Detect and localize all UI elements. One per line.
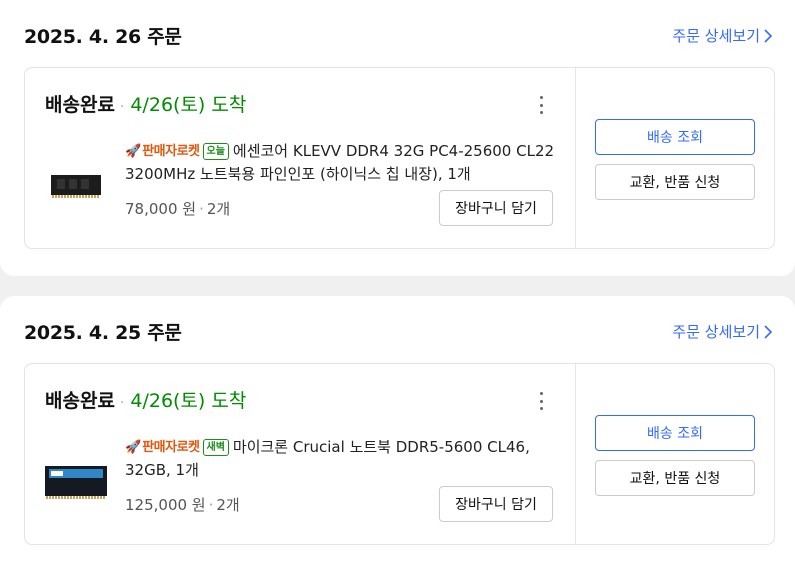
price-row: 78,000 원 · 2개 xyxy=(125,200,231,218)
order-date: 2025. 4. 25 주문 xyxy=(24,322,182,344)
chevron-right-icon xyxy=(764,324,773,339)
order-item-card: 배송완료 · 4/26(토) 도착 🚀 판매자로켓 오늘 에센코어 KLEVV xyxy=(24,67,775,249)
add-to-cart-button[interactable]: 장바구니 담기 xyxy=(439,486,553,522)
chevron-right-icon xyxy=(764,28,773,43)
order-detail-link-label: 주문 상세보기 xyxy=(672,27,760,45)
add-to-cart-button[interactable]: 장바구니 담기 xyxy=(439,190,553,226)
delivery-status-row: 배송완료 · 4/26(토) 도착 xyxy=(45,90,246,117)
order-item-info: 배송완료 · 4/26(토) 도착 🚀 판매자로켓 새벽 마이크론 Crucia… xyxy=(25,364,576,544)
return-exchange-button[interactable]: 교환, 반품 신청 xyxy=(595,460,755,496)
track-delivery-button[interactable]: 배송 조회 xyxy=(595,415,755,451)
order-item-info: 배송완료 · 4/26(토) 도착 🚀 판매자로켓 오늘 에센코어 KLEVV xyxy=(25,68,576,248)
order-detail-link[interactable]: 주문 상세보기 xyxy=(672,321,773,342)
product-thumbnail[interactable] xyxy=(45,160,107,210)
arrival-date: 4/26(토) 도착 xyxy=(130,94,247,116)
delivery-status: 배송완료 xyxy=(45,94,115,116)
order-date: 2025. 4. 26 주문 xyxy=(24,26,182,48)
rocket-badge: 🚀 판매자로켓 새벽 xyxy=(125,436,229,459)
more-options-icon[interactable] xyxy=(531,95,551,115)
more-options-icon[interactable] xyxy=(531,391,551,411)
delivery-status-row: 배송완료 · 4/26(토) 도착 xyxy=(45,386,246,413)
order-group: 2025. 4. 25 주문 주문 상세보기 배송완료 · 4/26(토) 도착… xyxy=(0,296,795,571)
ram-module-icon xyxy=(51,175,101,198)
return-exchange-button[interactable]: 교환, 반품 신청 xyxy=(595,164,755,200)
order-group: 2025. 4. 26 주문 주문 상세보기 배송완료 · 4/26(토) 도착 xyxy=(0,0,795,276)
seller-rocket-label: 판매자로켓 xyxy=(142,440,200,455)
ram-module-icon xyxy=(45,466,107,499)
separator-dot: · xyxy=(119,99,125,115)
order-detail-link[interactable]: 주문 상세보기 xyxy=(672,25,773,46)
seller-rocket-label: 판매자로켓 xyxy=(142,144,200,159)
product-quantity: 2개 xyxy=(216,496,240,514)
product-thumbnail[interactable] xyxy=(45,456,107,506)
price-row: 125,000 원 · 2개 xyxy=(125,496,240,514)
product-info: 🚀 판매자로켓 새벽 마이크론 Crucial 노트북 DDR5-5600 CL… xyxy=(125,436,555,482)
order-item-card: 배송완료 · 4/26(토) 도착 🚀 판매자로켓 새벽 마이크론 Crucia… xyxy=(24,363,775,545)
arrival-date: 4/26(토) 도착 xyxy=(130,390,247,412)
separator-dot: · xyxy=(119,395,125,411)
delivery-tag: 새벽 xyxy=(202,439,229,456)
product-price: 125,000 원 xyxy=(125,496,206,514)
product-quantity: 2개 xyxy=(206,200,231,218)
rocket-icon: 🚀 xyxy=(125,144,142,159)
product-price: 78,000 원 xyxy=(125,200,197,218)
order-detail-link-label: 주문 상세보기 xyxy=(672,323,760,341)
track-delivery-button[interactable]: 배송 조회 xyxy=(595,119,755,155)
rocket-badge: 🚀 판매자로켓 오늘 xyxy=(125,140,229,163)
delivery-status: 배송완료 xyxy=(45,390,115,412)
product-info: 🚀 판매자로켓 오늘 에센코어 KLEVV DDR4 32G PC4-25600… xyxy=(125,140,555,186)
delivery-tag: 오늘 xyxy=(202,143,229,160)
rocket-icon: 🚀 xyxy=(125,440,142,455)
